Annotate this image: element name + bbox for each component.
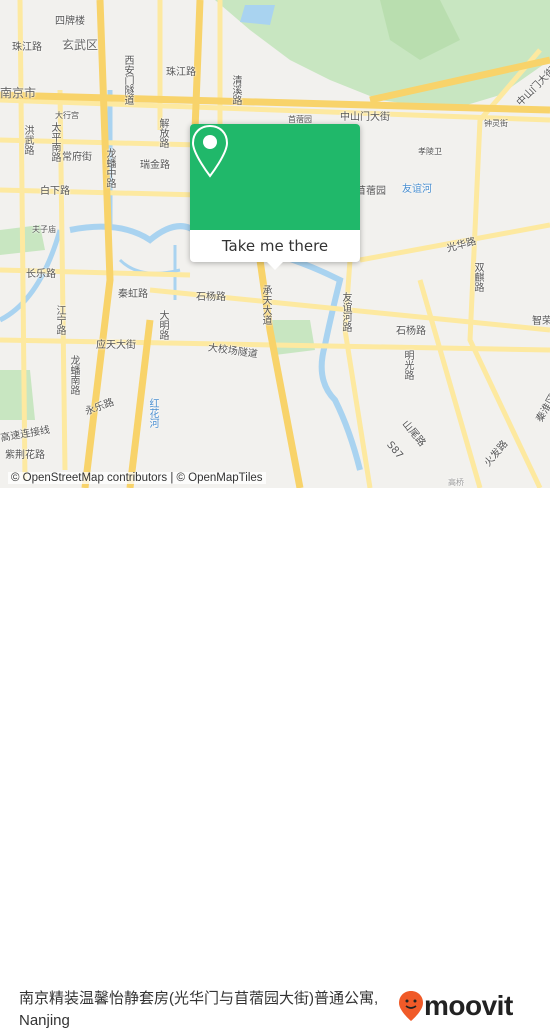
map-label: 太平南路 (49, 122, 60, 162)
map-label: 红花河 (147, 398, 158, 428)
map-label: 孝陵卫 (418, 147, 442, 156)
map-label: 常府街 (62, 152, 92, 163)
map-label: 西安门隧道 (122, 55, 133, 105)
lake (240, 5, 275, 25)
map-label: 智荣 (532, 316, 550, 327)
map-label: 瑞金路 (140, 160, 170, 171)
map-label: 四牌楼 (55, 16, 85, 27)
map-label: 石杨路 (196, 292, 226, 303)
map-label: 应天大街 (96, 340, 136, 351)
map-label: 夫子庙 (32, 225, 56, 234)
map-label: 珠江路 (166, 67, 196, 78)
map-label: 江宁路 (54, 305, 65, 335)
place-title: 南京精装温馨怡静套房(光华门与苜蓿园大街)普通公寓, Nanjing (19, 990, 379, 1029)
map[interactable]: 四牌楼 玄武区 珠江路 珠江路 西安门隧道 清溪路 中山门大街 中山门大街 钟灵… (0, 0, 550, 488)
map-label: 承天大道 (260, 285, 271, 325)
map-label: 紫荆花路 (5, 450, 45, 461)
location-pin-icon (191, 124, 229, 178)
map-attribution[interactable]: © OpenStreetMap contributors | © OpenMap… (8, 472, 266, 484)
map-label: 龙蟠南路 (68, 355, 79, 395)
map-label: 秦虹路 (118, 289, 148, 300)
map-label: 中山门大街 (340, 112, 390, 123)
map-label: 明光路 (402, 350, 413, 380)
map-label: 珠江路 (12, 42, 42, 53)
map-label: 友谊河 (402, 184, 432, 195)
map-label: 解放路 (157, 118, 168, 148)
map-label: 石杨路 (396, 326, 426, 337)
map-label: 苜蓿园 (356, 186, 386, 197)
moovit-logo: moovit (398, 990, 513, 1022)
popup-header (190, 124, 360, 230)
map-label: 大行宫 (55, 111, 79, 120)
popup-tail (267, 262, 283, 270)
map-label: 大明路 (157, 310, 168, 340)
map-label: 洪武路 (22, 125, 33, 155)
brand-name: moovit (424, 990, 513, 1021)
map-label: 钟灵街 (484, 119, 508, 128)
map-label: 高桥 (448, 478, 464, 487)
moovit-pin-icon (399, 991, 423, 1021)
map-label: 玄武区 (62, 38, 99, 52)
map-label: 清溪路 (230, 75, 241, 105)
footer: 南京精装温馨怡静套房(光华门与苜蓿园大街)普通公寓, Nanjing moovi… (0, 488, 550, 1029)
map-label: 白下路 (40, 186, 70, 197)
map-label: 南京市 (0, 86, 37, 100)
park-sw (0, 370, 35, 420)
map-label: 龙蟠中路 (104, 148, 115, 188)
location-popup[interactable]: Take me there (190, 124, 360, 270)
map-label: 友谊河路 (340, 292, 351, 332)
map-label: 双麒路 (472, 262, 483, 292)
map-label: 长乐路 (26, 269, 56, 280)
take-me-there-button[interactable]: Take me there (190, 230, 360, 262)
